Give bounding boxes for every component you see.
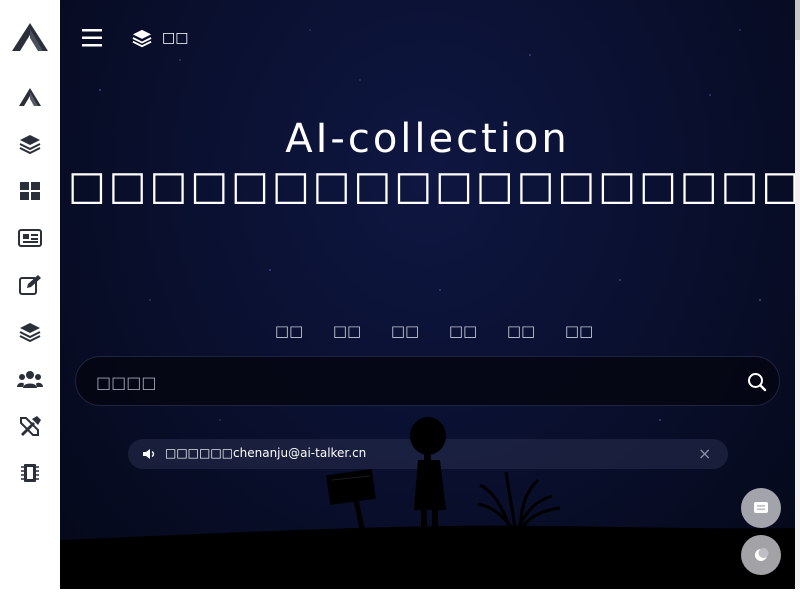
search-tab[interactable]: □□	[376, 322, 434, 340]
moon-icon	[755, 548, 769, 561]
layers-icon	[132, 29, 152, 48]
sidebar-item-chip[interactable]	[0, 458, 60, 488]
topbar-nav-item[interactable]: □□	[132, 25, 188, 51]
theme-float-button[interactable]	[741, 535, 781, 575]
users-icon	[17, 371, 43, 388]
menu-icon[interactable]	[80, 25, 106, 51]
sidebar-item-users[interactable]	[0, 364, 60, 394]
topbar-nav-label: □□	[162, 30, 189, 46]
sidebar	[0, 0, 60, 600]
scrollbar-thumb[interactable]	[795, 0, 800, 40]
sidebar-item-grid[interactable]	[0, 176, 60, 206]
sidebar-item-brand[interactable]	[0, 82, 60, 112]
brand-a-icon	[19, 88, 41, 106]
tools-icon	[20, 416, 41, 436]
layers-icon	[19, 135, 41, 154]
chip-icon	[21, 464, 39, 482]
search-bar	[75, 356, 780, 406]
chat-icon	[754, 502, 768, 513]
search-tab[interactable]: □□	[492, 322, 550, 340]
top-bar: □□	[60, 0, 795, 74]
edit-icon	[19, 275, 41, 295]
sidebar-item-layers[interactable]	[0, 129, 60, 159]
search-input[interactable]	[96, 369, 736, 395]
grid-icon	[20, 182, 40, 200]
search-tab[interactable]: □□	[260, 322, 318, 340]
logo-a-icon	[12, 23, 48, 51]
scrollbar[interactable]	[795, 0, 800, 589]
sidebar-item-tools[interactable]	[0, 411, 60, 441]
sidebar-item-news[interactable]	[0, 223, 60, 253]
hero-section: □□ AI-collection □□□□□□□□□□□□□□□□□□ □□ □□ □…	[60, 0, 795, 589]
logo[interactable]	[0, 0, 60, 74]
sidebar-item-stack[interactable]	[0, 317, 60, 347]
hero-title: AI-collection □□□□□□□□□□□□□□□□□□□□□□□□□□…	[68, 116, 795, 209]
sidebar-item-edit[interactable]	[0, 270, 60, 300]
search-tabs: □□ □□ □□ □□ □□ □□	[260, 322, 608, 340]
silhouette-scene	[60, 417, 795, 589]
stack-icon	[19, 323, 41, 342]
chat-float-button[interactable]	[741, 488, 781, 528]
search-tab[interactable]: □□	[550, 322, 608, 340]
search-icon[interactable]	[746, 371, 768, 393]
newspaper-icon	[18, 229, 42, 247]
search-tab[interactable]: □□	[318, 322, 376, 340]
search-tab[interactable]: □□	[434, 322, 492, 340]
